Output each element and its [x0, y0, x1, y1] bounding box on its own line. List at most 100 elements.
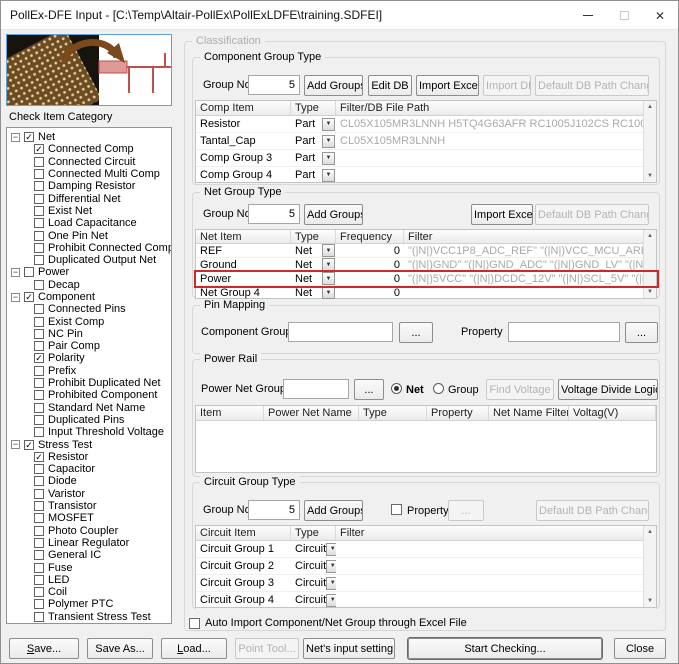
collapse-icon[interactable]: − [11, 293, 20, 302]
nets-input-setting-button[interactable]: Net's input setting [303, 638, 395, 659]
tree-item-pair-comp[interactable]: Pair Comp [7, 340, 171, 352]
tree-item-nc-pin[interactable]: NC Pin [7, 328, 171, 340]
column-header-filter[interactable]: Filter [336, 526, 656, 540]
chevron-down-icon[interactable]: ▼ [322, 135, 335, 148]
add-groups-button[interactable]: Add Groups [304, 75, 363, 96]
tree-checkbox[interactable] [34, 317, 44, 327]
tree-checkbox[interactable]: ✓ [34, 452, 44, 462]
column-header-filter-db-file-path[interactable]: Filter/DB File Path [336, 101, 656, 115]
tree-checkbox[interactable] [34, 550, 44, 560]
tree-checkbox[interactable] [34, 390, 44, 400]
tree-checkbox[interactable] [34, 415, 44, 425]
tree-checkbox[interactable] [34, 538, 44, 548]
tree-checkbox[interactable] [34, 513, 44, 523]
tree-item-connected-circuit[interactable]: Connected Circuit [7, 156, 171, 168]
tree-checkbox[interactable] [34, 612, 44, 622]
net-table-row-net-group-4[interactable]: Net Group 4Net▼0 [196, 286, 656, 300]
save-as-button[interactable]: Save As... [87, 638, 153, 659]
tree-item-decap[interactable]: Decap [7, 279, 171, 291]
scroll-down-arrow[interactable]: ▼ [644, 595, 656, 607]
tree-checkbox[interactable]: ✓ [24, 292, 34, 302]
tree-item-exist-comp[interactable]: Exist Comp [7, 315, 171, 327]
tree-checkbox[interactable] [34, 575, 44, 585]
tree-item-exist-net[interactable]: Exist Net [7, 205, 171, 217]
tree-checkbox[interactable] [34, 526, 44, 536]
collapse-icon[interactable]: − [11, 133, 20, 142]
tree-checkbox[interactable]: ✓ [24, 132, 34, 142]
tree-checkbox[interactable] [34, 329, 44, 339]
tree-checkbox[interactable] [34, 366, 44, 376]
comp-table-row-comp-group-3[interactable]: Comp Group 3Part▼ [196, 150, 656, 167]
tree-checkbox[interactable] [34, 218, 44, 228]
tree-item-duplicated-output-net[interactable]: Duplicated Output Net [7, 254, 171, 266]
tree-item-one-pin-net[interactable]: One Pin Net [7, 229, 171, 241]
column-header-net-item[interactable]: Net Item [196, 230, 291, 243]
column-header-type[interactable]: Type [291, 101, 336, 115]
tree-item-duplicated-pins[interactable]: Duplicated Pins [7, 414, 171, 426]
tree-checkbox[interactable] [34, 599, 44, 609]
tree-item-component[interactable]: −✓Component [7, 291, 171, 303]
tree-item-connected-pins[interactable]: Connected Pins [7, 303, 171, 315]
chevron-down-icon[interactable]: ▼ [326, 560, 336, 573]
vertical-scrollbar[interactable]: ▲▼ [643, 230, 656, 298]
tree-checkbox[interactable] [34, 341, 44, 351]
tree-item-connected-multi-comp[interactable]: Connected Multi Comp [7, 168, 171, 180]
column-header-circuit-item[interactable]: Circuit Item [196, 526, 291, 540]
tree-checkbox[interactable] [34, 403, 44, 413]
property-browse-button[interactable]: ... [625, 322, 658, 343]
tree-checkbox[interactable] [34, 243, 44, 253]
radio-group[interactable] [433, 383, 444, 394]
tree-checkbox[interactable] [34, 563, 44, 573]
column-header-property[interactable]: Property [427, 406, 489, 420]
column-header-filter[interactable]: Filter [404, 230, 656, 243]
tree-checkbox[interactable] [34, 157, 44, 167]
tree-checkbox[interactable]: ✓ [34, 353, 44, 363]
tree-item-prohibit-duplicated-net[interactable]: Prohibit Duplicated Net [7, 377, 171, 389]
net-table-row-ref[interactable]: REFNet▼0"(|N|)VCC1P8_ADC_REF" "(|N|)VCC_… [196, 244, 656, 258]
tree-item-stress-test[interactable]: −✓Stress Test [7, 438, 171, 450]
column-header-type[interactable]: Type [291, 526, 336, 540]
chevron-down-icon[interactable]: ▼ [322, 169, 335, 182]
tree-checkbox[interactable] [34, 169, 44, 179]
vertical-scrollbar[interactable]: ▲▼ [643, 526, 656, 607]
scroll-down-arrow[interactable]: ▼ [644, 286, 656, 298]
import-excel-button[interactable]: Import Excel [471, 204, 533, 225]
tree-item-resistor[interactable]: ✓Resistor [7, 451, 171, 463]
minimize-button[interactable] [570, 1, 606, 30]
close-dialog-button[interactable]: Close [614, 638, 666, 659]
load-button[interactable]: Load... [161, 638, 227, 659]
tree-item-damping-resistor[interactable]: Damping Resistor [7, 180, 171, 192]
column-header-comp-item[interactable]: Comp Item [196, 101, 291, 115]
chevron-down-icon[interactable]: ▼ [322, 258, 335, 271]
chevron-down-icon[interactable]: ▼ [322, 272, 335, 285]
tree-item-mosfet[interactable]: MOSFET [7, 512, 171, 524]
tree-item-polarity[interactable]: ✓Polarity [7, 352, 171, 364]
chevron-down-icon[interactable]: ▼ [322, 244, 335, 257]
add-groups-button[interactable]: Add Groups [304, 204, 363, 225]
tree-checkbox[interactable] [34, 476, 44, 486]
tree-item-photo-coupler[interactable]: Photo Coupler [7, 525, 171, 537]
property-input[interactable] [508, 322, 620, 342]
tree-checkbox[interactable] [34, 231, 44, 241]
tree-item-transistor[interactable]: Transistor [7, 500, 171, 512]
tree-item-transient-stress-test[interactable]: Transient Stress Test [7, 611, 171, 623]
tree-item-net[interactable]: −✓Net [7, 131, 171, 143]
tree-item-polymer-ptc[interactable]: Polymer PTC [7, 598, 171, 610]
tree-item-load-capacitance[interactable]: Load Capacitance [7, 217, 171, 229]
tree-checkbox[interactable] [34, 181, 44, 191]
auto-import-checkbox[interactable] [189, 618, 200, 629]
column-header-type[interactable]: Type [359, 406, 427, 420]
tree-item-linear-regulator[interactable]: Linear Regulator [7, 537, 171, 549]
tree-item-connected-comp[interactable]: ✓Connected Comp [7, 143, 171, 155]
comp-table-row-resistor[interactable]: ResistorPart▼CL05X105MR3LNNH H5TQ4G63AFR… [196, 116, 656, 133]
tree-checkbox[interactable] [34, 501, 44, 511]
chevron-down-icon[interactable]: ▼ [326, 543, 336, 556]
net-table-row-power[interactable]: PowerNet▼0"(|N|)5VCC" "(|N|)DCDC_12V" "(… [196, 272, 656, 286]
edit-db-button[interactable]: Edit DB [368, 75, 412, 96]
circuit-table-row-circuit-group-4[interactable]: Circuit Group 4Circuit▼ [196, 592, 656, 609]
tree-checkbox[interactable] [34, 464, 44, 474]
tree-checkbox[interactable]: ✓ [34, 144, 44, 154]
add-groups-button[interactable]: Add Groups [304, 500, 363, 521]
tree-checkbox[interactable] [34, 206, 44, 216]
tree-checkbox[interactable]: ✓ [24, 440, 34, 450]
